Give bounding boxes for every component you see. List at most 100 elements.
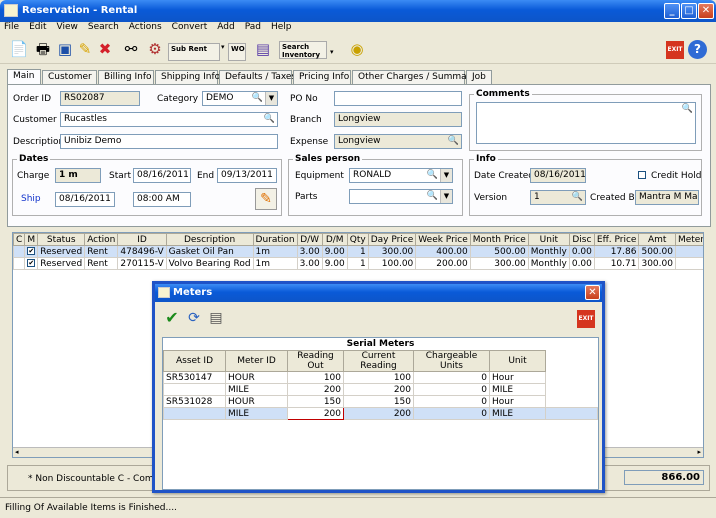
refresh-icon[interactable]: ⟳ (185, 309, 203, 327)
col-amt[interactable]: Amt (638, 233, 676, 246)
col-duration[interactable]: Duration (252, 233, 298, 246)
invoice-icon[interactable]: ▤ (252, 39, 274, 59)
version-search-icon[interactable]: 🔍 (572, 191, 583, 204)
meter-row-selected[interactable]: MILE 200 200 0 MILE (163, 407, 598, 420)
close-button[interactable]: ✕ (698, 3, 714, 19)
row-checkbox[interactable]: ✔ (27, 247, 36, 255)
scroll-right-icon[interactable]: ▸ (697, 448, 701, 456)
wo-button[interactable]: WO (228, 43, 246, 61)
meters-close-button[interactable]: ✕ (585, 285, 600, 300)
menu-actions[interactable]: Actions (129, 22, 162, 32)
table-row[interactable]: ✔ Reserved Rent 270115-V Volvo Bearing R… (13, 257, 703, 270)
edit-pencil-icon[interactable]: ✎ (74, 39, 96, 59)
comments-search-icon[interactable]: 🔍 (682, 103, 693, 116)
equipment-dropdown-icon[interactable]: ▼ (440, 169, 452, 182)
customer-search-icon[interactable]: 🔍 (264, 113, 275, 126)
save-icon[interactable]: ▣ (54, 39, 76, 59)
menu-edit[interactable]: Edit (29, 22, 46, 32)
expense-search-icon[interactable]: 🔍 (448, 135, 459, 148)
menu-file[interactable]: File (4, 22, 19, 32)
col-action[interactable]: Action (84, 233, 119, 246)
end-date-field[interactable]: 09/13/2011 (217, 168, 277, 183)
menu-add[interactable]: Add (217, 22, 234, 32)
category-field[interactable]: DEMO 🔍 ▼ (202, 91, 278, 106)
col-status[interactable]: Status (37, 233, 86, 246)
col-m[interactable]: M (24, 233, 39, 246)
sub-rent-dropdown-icon[interactable]: ▾ (221, 43, 225, 51)
col-month-price[interactable]: Month Price (469, 233, 529, 246)
import-icon[interactable]: ▤ (207, 309, 225, 327)
menu-search[interactable]: Search (88, 22, 119, 32)
col-dm[interactable]: D/M (321, 233, 348, 246)
row-checkbox[interactable]: ✔ (27, 259, 36, 267)
expense-field[interactable]: Longview 🔍 (334, 134, 462, 149)
print-icon[interactable]: 🖶 (32, 39, 54, 59)
scroll-left-icon[interactable]: ◂ (15, 448, 19, 456)
meter-row[interactable]: SR531028 HOUR 150 150 0 Hour (163, 395, 598, 408)
col-eff-price[interactable]: Eff. Price (593, 233, 640, 246)
sub-rent-button[interactable]: Sub Rent (168, 43, 220, 61)
ship-label[interactable]: Ship (21, 194, 41, 204)
new-document-icon[interactable]: 📄 (8, 39, 30, 59)
parts-search-icon[interactable]: 🔍 (427, 190, 438, 203)
parts-field[interactable]: 🔍 ▼ (349, 189, 453, 204)
col-meter-a[interactable]: Meter A (674, 233, 703, 246)
tab-other-charges-summary[interactable]: Other Charges / Summary (352, 70, 476, 84)
tab-billing-info[interactable]: Billing Info (98, 70, 154, 84)
ship-time-field[interactable]: 08:00 AM (133, 192, 191, 207)
confirm-check-icon[interactable]: ✔ (163, 309, 181, 327)
equipment-search-icon[interactable]: 🔍 (427, 169, 438, 182)
po-field[interactable] (334, 91, 462, 106)
menu-help[interactable]: Help (271, 22, 292, 32)
col-meter-unit[interactable]: Unit (489, 350, 546, 372)
tab-main[interactable]: Main (7, 69, 41, 85)
col-qty[interactable]: Qty (346, 233, 369, 246)
menu-pad[interactable]: Pad (245, 22, 261, 32)
comments-field[interactable]: 🔍 (476, 102, 696, 144)
pencil-edit-icon[interactable]: ✎ (255, 188, 277, 210)
delete-icon[interactable]: ✖ (94, 39, 116, 59)
col-week-price[interactable]: Week Price (415, 233, 471, 246)
maximize-button[interactable]: □ (681, 3, 697, 19)
order-id-field[interactable]: RS02087 (60, 91, 140, 106)
reading-out-editing-cell[interactable]: 200 (287, 407, 344, 420)
parts-dropdown-icon[interactable]: ▼ (440, 190, 452, 203)
credit-hold-checkbox[interactable] (638, 171, 646, 179)
col-day-price[interactable]: Day Price (367, 233, 417, 246)
meters-exit-button[interactable]: EXIT (577, 310, 595, 328)
ship-date-field[interactable]: 08/16/2011 (55, 192, 115, 207)
menu-convert[interactable]: Convert (172, 22, 208, 32)
search-inventory-button[interactable]: Search Inventory (279, 41, 327, 59)
tab-pricing-info[interactable]: Pricing Info (293, 70, 351, 84)
col-chargeable-units[interactable]: Chargeable Units (413, 350, 490, 372)
col-c[interactable]: C (13, 233, 26, 246)
col-current-reading[interactable]: Current Reading (343, 350, 414, 372)
exit-button[interactable]: EXIT (666, 41, 684, 59)
start-date-field[interactable]: 08/16/2011 (133, 168, 191, 183)
col-asset-id[interactable]: Asset ID (163, 350, 226, 372)
tab-job[interactable]: Job (466, 70, 492, 84)
category-search-icon[interactable]: 🔍 (252, 92, 263, 105)
col-description[interactable]: Description (165, 233, 254, 246)
description-field[interactable]: Unibiz Demo (60, 134, 278, 149)
meter-row[interactable]: SR530147 HOUR 100 100 0 Hour (163, 371, 598, 384)
tab-shipping-info[interactable]: Shipping Info (155, 70, 220, 84)
serial-meters-grid[interactable]: Serial Meters Asset ID Meter ID Reading … (162, 337, 599, 490)
transfer-icon[interactable]: ⚙ (144, 39, 166, 59)
binoculars-icon[interactable]: ⚯ (120, 39, 142, 59)
category-dropdown-icon[interactable]: ▼ (265, 92, 277, 105)
meter-row[interactable]: MILE 200 200 0 MILE (163, 383, 598, 396)
col-id[interactable]: ID (117, 233, 167, 246)
col-unit[interactable]: Unit (527, 233, 570, 246)
minimize-button[interactable]: _ (664, 3, 680, 19)
tab-defaults-taxes[interactable]: Defaults / Taxes (219, 70, 296, 84)
col-dw[interactable]: D/W (296, 233, 323, 246)
search-inventory-dropdown-icon[interactable]: ▾ (330, 48, 334, 56)
equipment-field[interactable]: RONALD 🔍 ▼ (349, 168, 453, 183)
col-disc[interactable]: Disc (568, 233, 595, 246)
gold-coin-icon[interactable]: ◉ (346, 39, 368, 59)
col-reading-out[interactable]: Reading Out (287, 350, 344, 372)
col-meter-id[interactable]: Meter ID (225, 350, 288, 372)
tab-customer[interactable]: Customer (42, 70, 97, 84)
menu-view[interactable]: View (57, 22, 78, 32)
